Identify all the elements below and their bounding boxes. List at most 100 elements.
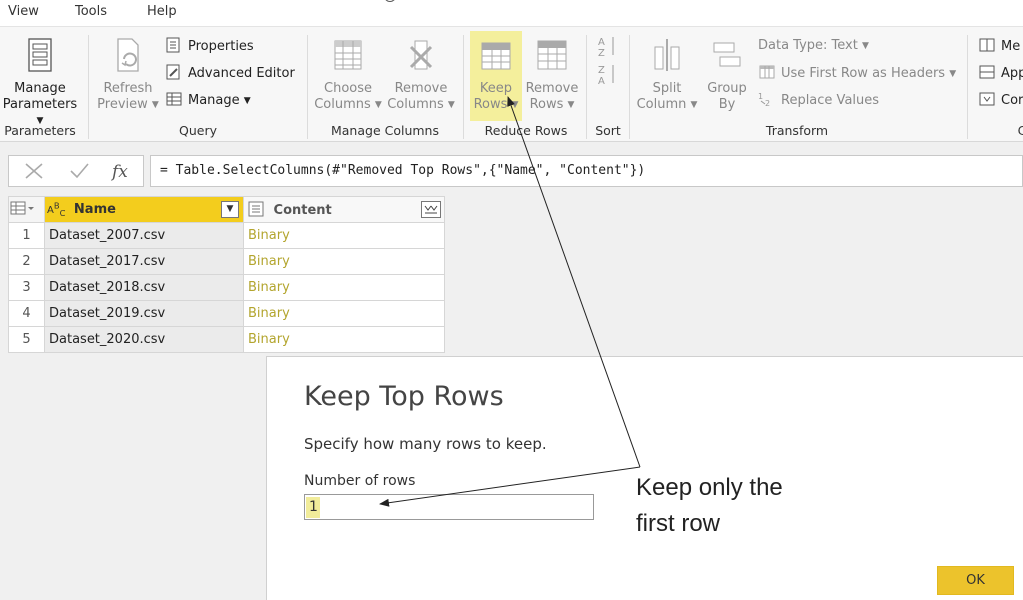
split-column-button[interactable]: Split Column ▼: [634, 35, 700, 121]
group-label-reduce-rows: Reduce Rows: [484, 123, 568, 138]
cell-name[interactable]: Dataset_2007.csv: [44, 222, 244, 249]
commit-icon[interactable]: [70, 163, 89, 179]
group-label-manage-columns: Manage Columns: [330, 123, 439, 138]
group-by-icon: [713, 42, 741, 67]
group-label-query: Query: [179, 123, 217, 138]
manage-parameters-button[interactable]: Manage Parameters ▼: [0, 35, 80, 126]
group-label-sort: Sort: [595, 123, 621, 138]
formula-controls: fx: [8, 155, 144, 187]
expand-column-icon[interactable]: [421, 201, 441, 218]
advanced-editor-button[interactable]: Advanced Editor: [165, 64, 295, 84]
column-content-label: Content: [273, 203, 332, 218]
remove-rows-button[interactable]: Remove Rows ▼: [524, 35, 580, 121]
sort-ascending-button[interactable]: AZ: [597, 35, 619, 59]
cell-content[interactable]: Binary: [243, 248, 445, 275]
cell-name[interactable]: Dataset_2019.csv: [44, 300, 244, 327]
svg-text:2: 2: [765, 99, 770, 107]
sort-descending-button[interactable]: ZA: [597, 63, 619, 87]
table-row[interactable]: 3 Dataset_2018.csv Binary: [8, 274, 445, 301]
formula-input[interactable]: = Table.SelectColumns(#"Removed Top Rows…: [150, 155, 1023, 187]
combine-files-button[interactable]: Cor: [978, 91, 1023, 111]
svg-text:Z: Z: [598, 65, 605, 76]
row-number: 4: [8, 300, 45, 327]
properties-label: Properties: [188, 39, 254, 54]
cell-name[interactable]: Dataset_2020.csv: [44, 326, 244, 353]
choose-columns-button[interactable]: Choose Columns ▼: [312, 35, 384, 121]
manage-query-button[interactable]: Manage ▼: [165, 91, 251, 111]
row-number: 1: [8, 222, 45, 249]
svg-text:1: 1: [758, 92, 763, 101]
menu-view[interactable]: View: [8, 4, 39, 19]
cell-content[interactable]: Binary: [243, 326, 445, 353]
ok-button[interactable]: OK: [937, 566, 1014, 595]
table-header-row: ABC Name ▼ Content: [8, 196, 445, 223]
refresh-preview-button[interactable]: Refresh Preview ▼: [96, 35, 160, 121]
advanced-editor-label: Advanced Editor: [188, 66, 295, 81]
properties-icon: [166, 37, 180, 53]
binary-type-icon: [248, 201, 264, 217]
append-icon: [979, 65, 995, 79]
column-name-label: Name: [73, 202, 116, 218]
cell-content[interactable]: Binary: [243, 222, 445, 249]
cancel-icon[interactable]: [25, 163, 43, 179]
table-row[interactable]: 1 Dataset_2007.csv Binary: [8, 222, 445, 249]
table-icon: [166, 92, 182, 106]
table-row[interactable]: 2 Dataset_2017.csv Binary: [8, 248, 445, 275]
menu-help[interactable]: Help: [147, 4, 177, 19]
menu-bar: View Tools Help: [0, 0, 1023, 26]
ribbon: Manage Parameters ▼ Parameters Refresh Pre…: [0, 26, 1023, 142]
refresh-icon: [117, 38, 139, 72]
group-label-parameters: Parameters: [4, 123, 76, 138]
sort-ascending-icon: AZ: [598, 37, 614, 59]
append-label: App: [1001, 66, 1023, 81]
ribbon-separator: [88, 35, 89, 139]
merge-queries-button[interactable]: Me: [978, 37, 1020, 57]
ribbon-separator: [967, 35, 968, 139]
svg-text:fx: fx: [110, 162, 128, 182]
table-row[interactable]: 4 Dataset_2019.csv Binary: [8, 300, 445, 327]
data-type-dropdown[interactable]: Data Type: Text ▼: [758, 36, 869, 56]
table-selector[interactable]: [8, 196, 45, 223]
number-of-rows-input[interactable]: [304, 494, 594, 520]
cell-content[interactable]: Binary: [243, 274, 445, 301]
cell-name[interactable]: Dataset_2018.csv: [44, 274, 244, 301]
menu-tools[interactable]: Tools: [75, 4, 107, 19]
group-by-button[interactable]: Group By: [702, 35, 752, 121]
properties-button[interactable]: Properties: [165, 37, 254, 57]
sort-descending-icon: ZA: [598, 65, 614, 87]
manage-query-label: Manage: [188, 93, 240, 108]
cropped-title-glyph: [384, 0, 396, 2]
column-header-name[interactable]: ABC Name ▼: [44, 196, 244, 223]
annotation-line-1: Keep only the: [636, 474, 783, 501]
keep-rows-button[interactable]: Keep Rows ▼: [470, 31, 522, 121]
merge-label: Me: [1001, 39, 1021, 54]
text-type-icon: ABC: [47, 200, 66, 219]
replace-values-button[interactable]: 1 2 Replace Values: [758, 91, 879, 111]
keep-rows-icon: [481, 42, 511, 70]
cell-name[interactable]: Dataset_2017.csv: [44, 248, 244, 275]
fx-icon[interactable]: fx: [110, 162, 128, 182]
ribbon-separator: [463, 35, 464, 139]
column-header-content[interactable]: Content: [243, 196, 445, 223]
annotation-line-2: first row: [636, 510, 720, 537]
advanced-editor-icon: [166, 64, 180, 80]
split-column-icon: [654, 39, 680, 71]
cell-content[interactable]: Binary: [243, 300, 445, 327]
filter-dropdown-icon[interactable]: ▼: [221, 201, 239, 218]
svg-text:Z: Z: [598, 48, 605, 59]
append-queries-button[interactable]: App: [978, 64, 1023, 84]
remove-columns-icon: [409, 40, 433, 70]
use-first-row-label: Use First Row as Headers: [781, 66, 946, 81]
table-row[interactable]: 5 Dataset_2020.csv Binary: [8, 326, 445, 353]
svg-text:A: A: [598, 37, 605, 48]
dialog-description: Specify how many rows to keep.: [304, 435, 547, 453]
row-number: 3: [8, 274, 45, 301]
remove-rows-icon: [537, 40, 567, 70]
manage-parameters-icon: [28, 38, 52, 72]
use-first-row-headers-button[interactable]: Use First Row as Headers ▼: [758, 64, 956, 84]
choose-columns-icon: [334, 40, 362, 70]
annotation-callout: Keep only the first row: [636, 470, 856, 542]
number-of-rows-label: Number of rows: [304, 473, 416, 489]
remove-columns-button[interactable]: Remove Columns ▼: [386, 35, 456, 121]
merge-icon: [979, 38, 995, 52]
